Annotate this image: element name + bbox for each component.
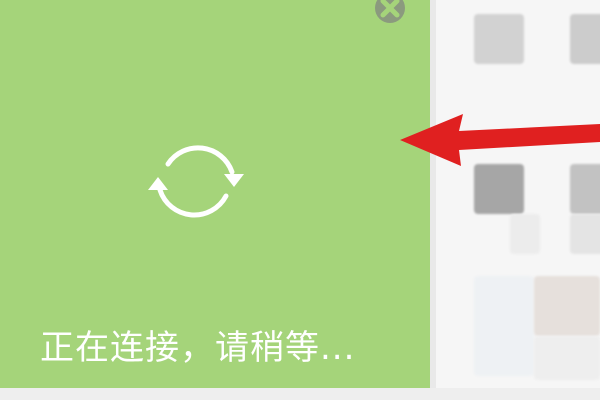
blurred-tile [510,214,540,254]
connecting-panel: 正在连接，请稍等... [0,0,430,388]
blurred-tile [474,14,524,64]
blurred-tile [534,336,600,380]
red-arrow-left-icon [400,114,600,166]
connecting-status-text: 正在连接，请稍等... [40,328,356,368]
blurred-tile [570,164,600,214]
blurred-tile [534,276,600,336]
blurred-tile [570,214,600,254]
close-icon [375,0,405,23]
blurred-tile [474,276,534,376]
blurred-tile [474,164,524,214]
blurred-tile [570,14,600,64]
close-button[interactable] [366,0,412,36]
refresh-icon [148,145,244,218]
screenshot-stage: 正在连接，请稍等... [0,0,600,400]
bottom-edge [0,388,600,400]
